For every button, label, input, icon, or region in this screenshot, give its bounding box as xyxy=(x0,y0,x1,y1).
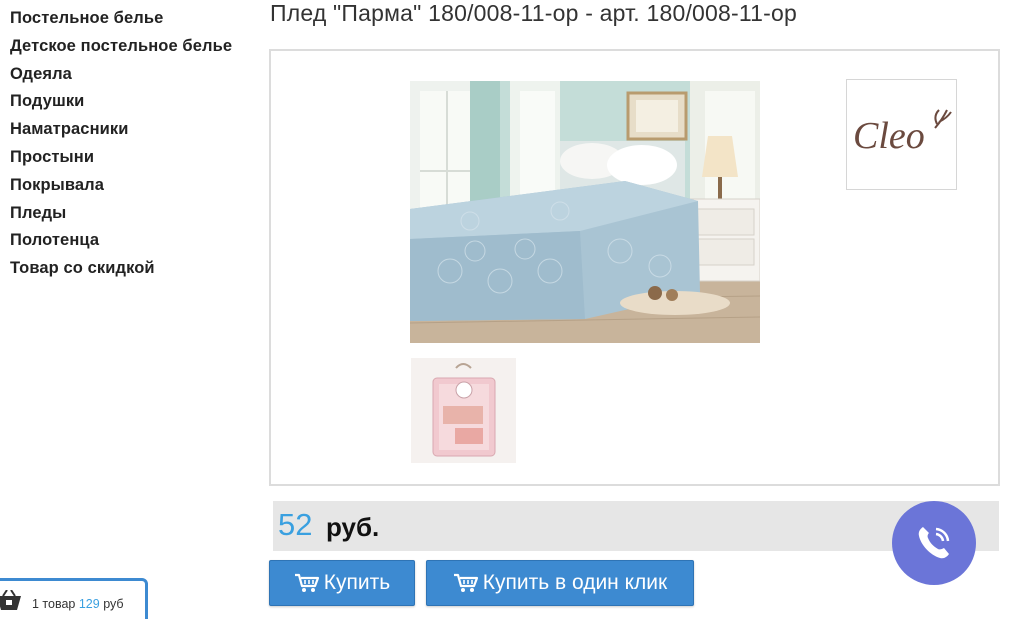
price-unit: руб. xyxy=(326,512,380,542)
quick-buy-button[interactable]: Купить в один клик xyxy=(426,560,694,606)
mini-cart-info: 1 товар 129 руб xyxy=(32,597,124,611)
basket-icon xyxy=(0,590,21,610)
page-title: Плед "Парма" 180/008-11-ор - арт. 180/00… xyxy=(270,0,798,26)
sidebar-item-plaids[interactable]: Пледы xyxy=(10,203,260,231)
category-sidebar: Постельное белье Детское постельное бель… xyxy=(10,8,260,286)
buy-button-label: Купить xyxy=(323,571,391,594)
mini-cart[interactable]: 1 товар 129 руб xyxy=(0,578,148,619)
sidebar-item-mattress-covers[interactable]: Наматрасники xyxy=(10,119,260,147)
sidebar-item-kids-bed-linen[interactable]: Детское постельное белье xyxy=(10,36,260,64)
mini-cart-count: 1 товар xyxy=(32,597,76,611)
price-value: 52 xyxy=(278,507,313,542)
mini-cart-sum: 129 xyxy=(78,597,100,611)
mini-cart-unit: руб xyxy=(103,597,124,611)
main-product-image[interactable] xyxy=(410,81,760,343)
quick-buy-button-label: Купить в один клик xyxy=(482,571,668,594)
buy-button[interactable]: Купить xyxy=(269,560,415,606)
phone-icon xyxy=(918,527,950,559)
sidebar-item-pillows[interactable]: Подушки xyxy=(10,91,260,119)
sidebar-item-discount[interactable]: Товар со скидкой xyxy=(10,258,260,286)
cart-icon xyxy=(453,573,478,592)
brand-logo-text: Cleo xyxy=(853,115,925,157)
product-gallery: Cleo xyxy=(269,49,1000,486)
viber-call-button[interactable] xyxy=(892,501,976,585)
sidebar-item-sheets[interactable]: Простыни xyxy=(10,147,260,175)
sidebar-item-bed-linen[interactable]: Постельное белье xyxy=(10,8,260,36)
sidebar-item-towels[interactable]: Полотенца xyxy=(10,230,260,258)
sidebar-item-blankets[interactable]: Одеяла xyxy=(10,64,260,92)
sidebar-item-bedspreads[interactable]: Покрывала xyxy=(10,175,260,203)
cart-icon xyxy=(294,573,319,592)
brand-logo[interactable]: Cleo xyxy=(846,79,957,190)
price-bar: 52 руб. xyxy=(273,501,999,551)
product-thumbnail[interactable] xyxy=(411,358,516,463)
